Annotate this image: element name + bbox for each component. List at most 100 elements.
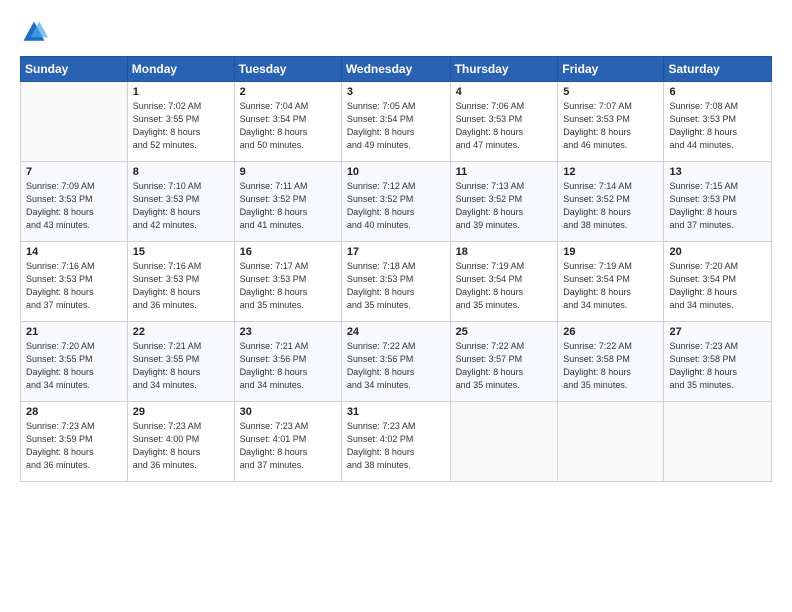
page: SundayMondayTuesdayWednesdayThursdayFrid… bbox=[0, 0, 792, 612]
calendar-cell: 25 Sunrise: 7:22 AM Sunset: 3:57 PM Dayli… bbox=[450, 322, 558, 402]
calendar-week-row: 1 Sunrise: 7:02 AM Sunset: 3:55 PM Daylig… bbox=[21, 82, 772, 162]
calendar-header-tuesday: Tuesday bbox=[234, 57, 341, 82]
calendar-week-row: 28Sunrise: 7:23 AM Sunset: 3:59 PM Dayli… bbox=[21, 402, 772, 482]
calendar-week-row: 7 Sunrise: 7:09 AM Sunset: 3:53 PM Daylig… bbox=[21, 162, 772, 242]
calendar-cell: 28Sunrise: 7:23 AM Sunset: 3:59 PM Dayli… bbox=[21, 402, 128, 482]
logo bbox=[20, 18, 52, 46]
day-info: Sunrise: 7:18 AM Sunset: 3:53 PM Dayligh… bbox=[347, 260, 445, 312]
calendar-cell: 5Sunrise: 7:07 AM Sunset: 3:53 PM Daylig… bbox=[558, 82, 664, 162]
calendar-cell: 21 Sunrise: 7:20 AM Sunset: 3:55 PM Dayli… bbox=[21, 322, 128, 402]
day-number: 21 bbox=[26, 326, 122, 338]
day-number: 6 bbox=[669, 86, 766, 98]
day-info: Sunrise: 7:08 AM Sunset: 3:53 PM Dayligh… bbox=[669, 100, 766, 152]
calendar-cell: 8 Sunrise: 7:10 AM Sunset: 3:53 PM Daylig… bbox=[127, 162, 234, 242]
day-info: Sunrise: 7:10 AM Sunset: 3:53 PM Dayligh… bbox=[133, 180, 229, 232]
calendar-cell: 2Sunrise: 7:04 AM Sunset: 3:54 PM Daylig… bbox=[234, 82, 341, 162]
calendar-header-saturday: Saturday bbox=[664, 57, 772, 82]
day-number: 20 bbox=[669, 246, 766, 258]
day-number: 11 bbox=[456, 166, 553, 178]
day-info: Sunrise: 7:21 AM Sunset: 3:55 PM Dayligh… bbox=[133, 340, 229, 392]
calendar-cell: 30 Sunrise: 7:23 AM Sunset: 4:01 PM Dayli… bbox=[234, 402, 341, 482]
day-info: Sunrise: 7:20 AM Sunset: 3:54 PM Dayligh… bbox=[669, 260, 766, 312]
day-info: Sunrise: 7:22 AM Sunset: 3:56 PM Dayligh… bbox=[347, 340, 445, 392]
day-info: Sunrise: 7:15 AM Sunset: 3:53 PM Dayligh… bbox=[669, 180, 766, 232]
day-number: 18 bbox=[456, 246, 553, 258]
day-info: Sunrise: 7:23 AM Sunset: 3:59 PM Dayligh… bbox=[26, 420, 122, 472]
day-info: Sunrise: 7:16 AM Sunset: 3:53 PM Dayligh… bbox=[133, 260, 229, 312]
day-info: Sunrise: 7:23 AM Sunset: 4:00 PM Dayligh… bbox=[133, 420, 229, 472]
logo-icon bbox=[20, 18, 48, 46]
calendar-cell: 31 Sunrise: 7:23 AM Sunset: 4:02 PM Dayli… bbox=[341, 402, 450, 482]
day-info: Sunrise: 7:09 AM Sunset: 3:53 PM Dayligh… bbox=[26, 180, 122, 232]
calendar-cell bbox=[664, 402, 772, 482]
calendar-cell: 17 Sunrise: 7:18 AM Sunset: 3:53 PM Dayli… bbox=[341, 242, 450, 322]
day-number: 26 bbox=[563, 326, 658, 338]
day-number: 23 bbox=[240, 326, 336, 338]
day-number: 9 bbox=[240, 166, 336, 178]
day-number: 14 bbox=[26, 246, 122, 258]
day-info: Sunrise: 7:13 AM Sunset: 3:52 PM Dayligh… bbox=[456, 180, 553, 232]
calendar-cell: 3Sunrise: 7:05 AM Sunset: 3:54 PM Daylig… bbox=[341, 82, 450, 162]
calendar-cell bbox=[450, 402, 558, 482]
day-number: 13 bbox=[669, 166, 766, 178]
day-number: 29 bbox=[133, 406, 229, 418]
day-info: Sunrise: 7:23 AM Sunset: 4:02 PM Dayligh… bbox=[347, 420, 445, 472]
day-info: Sunrise: 7:14 AM Sunset: 3:52 PM Dayligh… bbox=[563, 180, 658, 232]
calendar-cell: 29 Sunrise: 7:23 AM Sunset: 4:00 PM Dayli… bbox=[127, 402, 234, 482]
header bbox=[20, 18, 772, 46]
calendar-cell: 22Sunrise: 7:21 AM Sunset: 3:55 PM Dayli… bbox=[127, 322, 234, 402]
day-info: Sunrise: 7:02 AM Sunset: 3:55 PM Dayligh… bbox=[133, 100, 229, 152]
day-number: 31 bbox=[347, 406, 445, 418]
day-number: 27 bbox=[669, 326, 766, 338]
calendar-cell: 24 Sunrise: 7:22 AM Sunset: 3:56 PM Dayli… bbox=[341, 322, 450, 402]
day-number: 1 bbox=[133, 86, 229, 98]
calendar-header-sunday: Sunday bbox=[21, 57, 128, 82]
calendar-cell: 9 Sunrise: 7:11 AM Sunset: 3:52 PM Daylig… bbox=[234, 162, 341, 242]
calendar-header-friday: Friday bbox=[558, 57, 664, 82]
calendar-cell: 16Sunrise: 7:17 AM Sunset: 3:53 PM Dayli… bbox=[234, 242, 341, 322]
calendar-cell: 14Sunrise: 7:16 AM Sunset: 3:53 PM Dayli… bbox=[21, 242, 128, 322]
day-info: Sunrise: 7:19 AM Sunset: 3:54 PM Dayligh… bbox=[563, 260, 658, 312]
calendar-week-row: 21 Sunrise: 7:20 AM Sunset: 3:55 PM Dayli… bbox=[21, 322, 772, 402]
day-info: Sunrise: 7:23 AM Sunset: 4:01 PM Dayligh… bbox=[240, 420, 336, 472]
day-info: Sunrise: 7:22 AM Sunset: 3:57 PM Dayligh… bbox=[456, 340, 553, 392]
calendar-header-monday: Monday bbox=[127, 57, 234, 82]
calendar-cell: 26Sunrise: 7:22 AM Sunset: 3:58 PM Dayli… bbox=[558, 322, 664, 402]
day-info: Sunrise: 7:19 AM Sunset: 3:54 PM Dayligh… bbox=[456, 260, 553, 312]
calendar-cell: 27Sunrise: 7:23 AM Sunset: 3:58 PM Dayli… bbox=[664, 322, 772, 402]
calendar-cell: 12 Sunrise: 7:14 AM Sunset: 3:52 PM Dayli… bbox=[558, 162, 664, 242]
day-info: Sunrise: 7:20 AM Sunset: 3:55 PM Dayligh… bbox=[26, 340, 122, 392]
day-number: 2 bbox=[240, 86, 336, 98]
day-info: Sunrise: 7:06 AM Sunset: 3:53 PM Dayligh… bbox=[456, 100, 553, 152]
calendar-cell: 15 Sunrise: 7:16 AM Sunset: 3:53 PM Dayli… bbox=[127, 242, 234, 322]
day-number: 7 bbox=[26, 166, 122, 178]
calendar-cell: 1 Sunrise: 7:02 AM Sunset: 3:55 PM Daylig… bbox=[127, 82, 234, 162]
day-number: 3 bbox=[347, 86, 445, 98]
day-number: 17 bbox=[347, 246, 445, 258]
day-info: Sunrise: 7:12 AM Sunset: 3:52 PM Dayligh… bbox=[347, 180, 445, 232]
day-number: 25 bbox=[456, 326, 553, 338]
calendar-week-row: 14 Sunrise: 7:16 AM Sunset: 3:53 PM Dayli… bbox=[21, 242, 772, 322]
calendar-cell: 23 Sunrise: 7:21 AM Sunset: 3:56 PM Dayli… bbox=[234, 322, 341, 402]
day-number: 30 bbox=[240, 406, 336, 418]
calendar-cell: 6 Sunrise: 7:08 AM Sunset: 3:53 PM Daylig… bbox=[664, 82, 772, 162]
day-number: 19 bbox=[563, 246, 658, 258]
day-number: 12 bbox=[563, 166, 658, 178]
calendar-cell: 10 Sunrise: 7:12 AM Sunset: 3:52 PM Dayli… bbox=[341, 162, 450, 242]
day-number: 4 bbox=[456, 86, 553, 98]
calendar-cell: 7 Sunrise: 7:09 AM Sunset: 3:53 PM Daylig… bbox=[21, 162, 128, 242]
calendar-cell: 18 Sunrise: 7:19 AM Sunset: 3:54 PM Dayli… bbox=[450, 242, 558, 322]
day-info: Sunrise: 7:07 AM Sunset: 3:53 PM Dayligh… bbox=[563, 100, 658, 152]
day-number: 15 bbox=[133, 246, 229, 258]
calendar-cell bbox=[558, 402, 664, 482]
day-info: Sunrise: 7:11 AM Sunset: 3:52 PM Dayligh… bbox=[240, 180, 336, 232]
calendar-header-wednesday: Wednesday bbox=[341, 57, 450, 82]
calendar-cell: 19 Sunrise: 7:19 AM Sunset: 3:54 PM Dayli… bbox=[558, 242, 664, 322]
day-number: 8 bbox=[133, 166, 229, 178]
day-number: 24 bbox=[347, 326, 445, 338]
day-number: 10 bbox=[347, 166, 445, 178]
calendar-table: SundayMondayTuesdayWednesdayThursdayFrid… bbox=[20, 56, 772, 482]
day-number: 16 bbox=[240, 246, 336, 258]
day-info: Sunrise: 7:21 AM Sunset: 3:56 PM Dayligh… bbox=[240, 340, 336, 392]
calendar-header-row: SundayMondayTuesdayWednesdayThursdayFrid… bbox=[21, 57, 772, 82]
